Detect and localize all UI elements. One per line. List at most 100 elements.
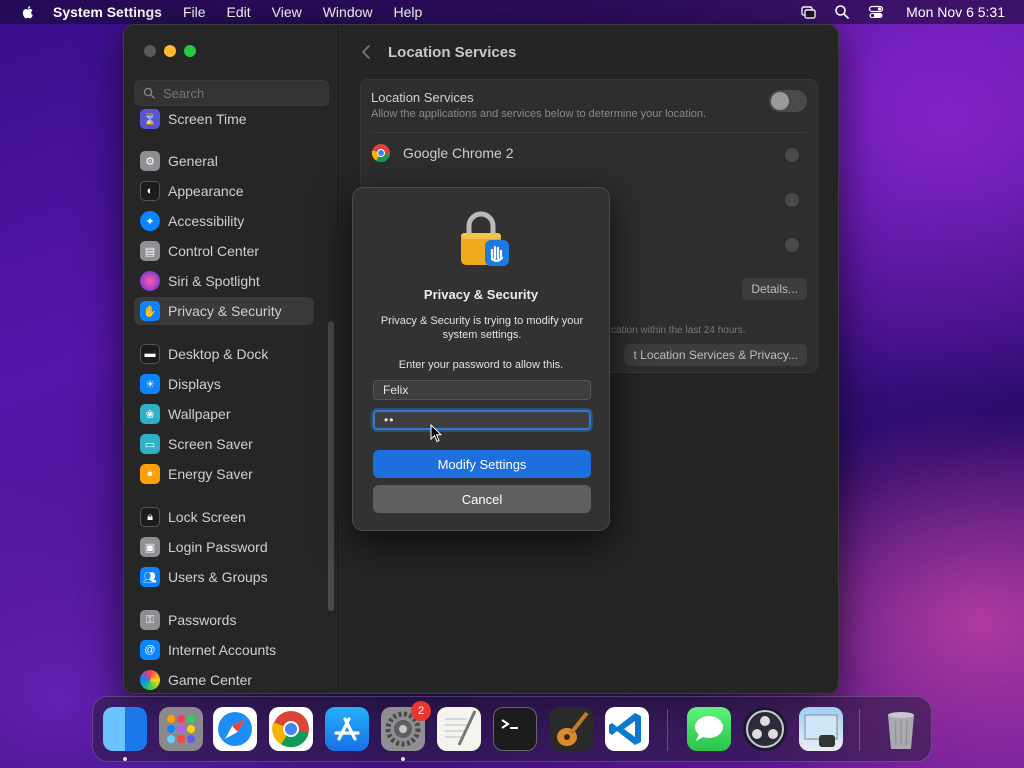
notification-badge: 2 [411,701,431,721]
wallpaper-icon: ❀ [140,404,160,424]
sidebar-item-internet-accounts[interactable]: @ Internet Accounts [134,636,314,664]
sidebar-item-siri-spotlight[interactable]: Siri & Spotlight [134,267,314,295]
modify-settings-button[interactable]: Modify Settings [373,450,591,478]
dialog-prompt: Enter your password to allow this. [398,359,564,371]
sidebar-item-login-password[interactable]: ▣ Login Password [134,533,314,561]
sidebar-item-accessibility[interactable]: ✦ Accessibility [134,207,314,235]
sidebar-item-desktop-dock[interactable]: ▬ Desktop & Dock [134,340,314,368]
apple-icon[interactable] [20,4,36,20]
sidebar-item-appearance[interactable]: ◐ Appearance [134,177,314,205]
control-center-icon[interactable] [868,4,884,20]
sidebar-item-label: Game Center [168,672,253,688]
sidebar-item-privacy-security[interactable]: ✋ Privacy & Security [134,297,314,325]
about-location-privacy-button[interactable]: t Location Services & Privacy... [624,344,807,366]
back-chevron-icon[interactable] [360,45,372,59]
siri-icon [140,271,160,291]
chrome-icon[interactable] [269,707,313,751]
sidebar-item-label: Internet Accounts [168,642,277,658]
sidebar-item-screen-saver[interactable]: ▭ Screen Saver [134,430,314,458]
sidebar-item-label: Privacy & Security [168,303,282,319]
minimize-button[interactable] [164,45,176,57]
chrome-location-toggle[interactable] [785,148,799,162]
screen-mirroring-icon[interactable] [800,4,816,20]
safari-icon[interactable] [213,707,257,751]
search-input[interactable] [163,85,323,101]
app-location-toggle[interactable] [785,238,799,252]
key-icon: ⚿ [140,610,160,630]
sidebar-item-passwords[interactable]: ⚿ Passwords [134,606,314,634]
password-field[interactable] [373,410,591,430]
menu-window[interactable]: Window [323,4,373,20]
vscode-icon[interactable] [605,707,649,751]
sun-icon: ☀ [140,374,160,394]
app-name: Google Chrome 2 [403,145,514,161]
menu-app-name[interactable]: System Settings [53,4,162,20]
sidebar-item-label: Displays [168,376,221,392]
at-icon: @ [140,640,160,660]
menu-clock[interactable]: Mon Nov 6 5:31 [906,4,1005,20]
spotlight-search-icon[interactable] [834,4,850,20]
sidebar-item-label: Siri & Spotlight [168,273,260,289]
sidebar-item-label: Accessibility [168,213,245,229]
sidebar-item-label: Passwords [168,612,237,628]
running-indicator [401,757,405,761]
sidebar-item-label: Desktop & Dock [168,346,269,362]
game-center-icon [140,670,160,690]
launchpad-icon[interactable] [159,707,203,751]
sidebar-item-users-groups[interactable]: 👥︎ Users & Groups [134,563,314,591]
sidebar-scrollbar[interactable] [328,321,334,611]
sidebar-item-game-center[interactable]: Game Center [134,666,314,693]
sidebar-item-wallpaper[interactable]: ❀ Wallpaper [134,400,314,428]
content-header: Location Services [360,39,516,65]
lock-hand-icon [461,211,509,266]
terminal-icon[interactable] [493,707,537,751]
menu-edit[interactable]: Edit [227,4,251,20]
cancel-button[interactable]: Cancel [373,485,591,513]
location-services-label: Location Services [371,90,474,105]
dialog-title: Privacy & Security [423,287,539,302]
bulb-icon: ● [140,464,160,484]
sidebar-search[interactable] [134,80,329,106]
search-icon [143,87,155,99]
sidebar-item-screen-time[interactable]: ⌛ Screen Time [134,105,314,133]
recent-location-hint: cation within the last 24 hours. [611,325,746,336]
garageband-icon[interactable] [549,707,593,751]
app-row-chrome: Google Chrome 2 [371,143,514,163]
menu-help[interactable]: Help [394,4,423,20]
username-field[interactable] [373,380,591,400]
zoom-button[interactable] [184,45,196,57]
obs-icon[interactable] [743,707,787,751]
finder-icon[interactable] [103,707,147,751]
sidebar-item-general[interactable]: ⚙ General [134,147,314,175]
app-location-toggle[interactable] [785,193,799,207]
screensaver-icon: ▭ [140,434,160,454]
location-services-description: Allow the applications and services belo… [371,108,707,120]
trash-icon[interactable] [879,707,923,751]
textedit-icon[interactable] [437,707,481,751]
preview-icon[interactable] [799,707,843,751]
details-button[interactable]: Details... [742,278,807,300]
sidebar-item-label: Wallpaper [168,406,231,422]
gear-icon: ⚙ [140,151,160,171]
sidebar-item-lock-screen[interactable]: 🔒︎ Lock Screen [134,503,314,531]
dock-icon: ▬ [140,344,160,364]
messages-icon[interactable] [687,707,731,751]
dock-separator [667,709,668,751]
sidebar-item-label: General [168,153,218,169]
appearance-icon: ◐ [140,181,160,201]
sidebar-item-displays[interactable]: ☀ Displays [134,370,314,398]
users-icon: 👥︎ [140,567,160,587]
sidebar-item-energy-saver[interactable]: ● Energy Saver [134,460,314,488]
menu-bar: System Settings File Edit View Window He… [0,0,1024,24]
mouse-cursor-icon [430,424,442,443]
sidebar-item-label: Lock Screen [168,509,246,525]
sidebar-item-label: Control Center [168,243,260,259]
menu-file[interactable]: File [183,4,206,20]
menu-view[interactable]: View [272,4,302,20]
close-button[interactable] [144,45,156,57]
running-indicator [123,757,127,761]
location-services-toggle[interactable] [769,90,807,112]
sidebar-item-label: Screen Saver [168,436,253,452]
sidebar-item-control-center[interactable]: ▤ Control Center [134,237,314,265]
app-store-icon[interactable] [325,707,369,751]
